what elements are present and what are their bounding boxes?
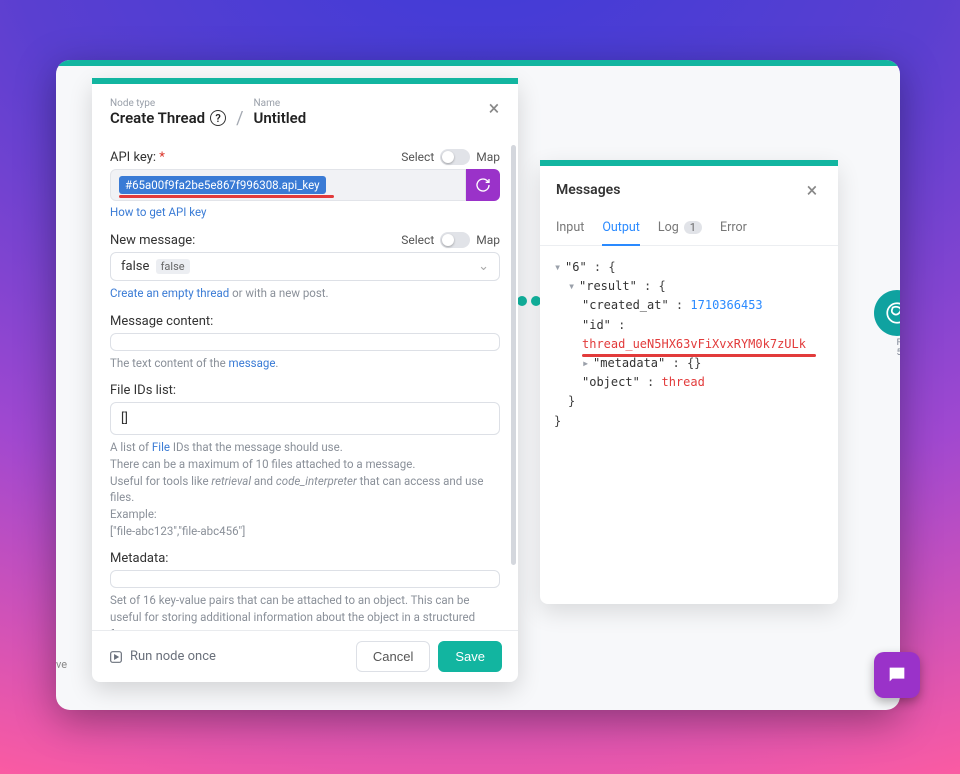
new-message-label: New message: bbox=[110, 233, 195, 248]
json-output: "6" : { "result" : { "created_at" : 1710… bbox=[540, 246, 838, 443]
refresh-icon bbox=[475, 177, 491, 193]
file-doc-link[interactable]: File bbox=[152, 440, 170, 454]
help-icon[interactable]: ? bbox=[210, 110, 226, 126]
tab-input[interactable]: Input bbox=[556, 214, 584, 245]
file-ids-input[interactable]: [] bbox=[110, 402, 500, 435]
openai-icon bbox=[884, 300, 900, 326]
create-empty-thread-link[interactable]: Create an empty thread bbox=[110, 286, 229, 300]
api-key-input[interactable]: #65a00f9fa2be5e867f996308.api_key bbox=[110, 169, 466, 201]
thread-id-value: thread_ueN5HX63vFiXvxRYM0k7zULk bbox=[582, 335, 806, 354]
messages-panel: Messages × Input Output Log 1 Error "6" … bbox=[540, 160, 838, 604]
cancel-button[interactable]: Cancel bbox=[356, 641, 430, 672]
canvas-edge-text: ve bbox=[56, 658, 67, 671]
play-icon bbox=[108, 649, 124, 665]
node-editor-panel: Node type Create Thread ? / Name Untitle… bbox=[92, 78, 518, 682]
annotation-underline bbox=[119, 195, 334, 198]
metadata-label: Metadata: bbox=[110, 551, 168, 566]
chat-fab[interactable] bbox=[874, 652, 920, 698]
new-message-select[interactable]: false false ⌄ bbox=[110, 252, 500, 281]
node-name[interactable]: Untitled bbox=[254, 109, 307, 127]
messages-close-icon[interactable]: × bbox=[802, 180, 822, 200]
tab-output[interactable]: Output bbox=[602, 214, 640, 245]
node-run-meta: Run5.10s) bbox=[897, 338, 900, 358]
api-key-select-map-toggle[interactable] bbox=[440, 149, 470, 165]
node-connector bbox=[517, 300, 541, 302]
new-message-value: false bbox=[121, 259, 149, 274]
log-count-badge: 1 bbox=[684, 221, 702, 234]
node-type-hint: Node type bbox=[110, 98, 226, 109]
metadata-input[interactable] bbox=[110, 570, 500, 588]
name-hint: Name bbox=[254, 98, 307, 109]
api-key-help-link[interactable]: How to get API key bbox=[110, 205, 206, 219]
run-node-once-button[interactable]: Run node once bbox=[108, 649, 216, 665]
messages-title: Messages bbox=[556, 182, 620, 198]
message-content-label: Message content: bbox=[110, 314, 213, 329]
api-key-chip: #65a00f9fa2be5e867f996308.api_key bbox=[119, 176, 326, 194]
breadcrumb-separator: / bbox=[236, 96, 243, 129]
refresh-button[interactable] bbox=[466, 169, 500, 201]
save-button[interactable]: Save bbox=[438, 641, 502, 672]
chat-icon bbox=[886, 664, 908, 686]
tab-error[interactable]: Error bbox=[720, 214, 747, 245]
canvas-ai-node[interactable] bbox=[874, 290, 900, 336]
tab-log[interactable]: Log 1 bbox=[658, 214, 702, 245]
api-key-select-label: Select bbox=[401, 150, 434, 164]
api-key-map-label: Map bbox=[476, 150, 500, 164]
chevron-down-icon: ⌄ bbox=[478, 259, 489, 274]
file-ids-label: File IDs list: bbox=[110, 383, 176, 398]
new-message-tag: false bbox=[156, 259, 190, 274]
close-icon[interactable]: × bbox=[484, 98, 504, 118]
new-message-toggle[interactable] bbox=[440, 232, 470, 248]
message-doc-link[interactable]: message bbox=[229, 356, 276, 370]
api-key-label: API key: bbox=[110, 150, 156, 165]
node-type-title: Create Thread bbox=[110, 109, 205, 127]
message-content-input[interactable] bbox=[110, 333, 500, 351]
